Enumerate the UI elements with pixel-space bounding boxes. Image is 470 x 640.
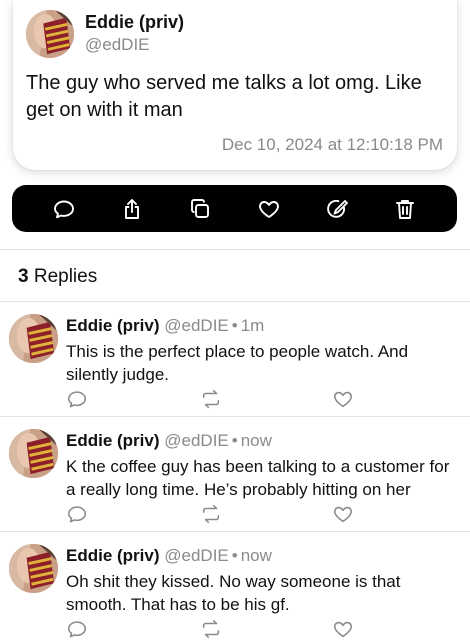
comment-icon[interactable] [66, 503, 88, 525]
reply-author-name[interactable]: Eddie (priv) [66, 316, 160, 335]
avatar[interactable] [9, 544, 58, 593]
reply-author-name[interactable]: Eddie (priv) [66, 546, 160, 565]
comment-icon[interactable] [66, 388, 88, 410]
replies-count: 3 [18, 266, 29, 287]
like-button[interactable] [252, 192, 286, 226]
comment-icon [54, 200, 75, 218]
reply-header: Eddie (priv) @edDIE • now [66, 546, 272, 566]
reply-text: K the coffee guy has been talking to a c… [66, 457, 450, 499]
replies-label: Replies [33, 266, 98, 287]
reply-item[interactable]: Eddie (priv) @edDIE • now Oh shit they kis… [0, 532, 470, 640]
reply-author-name[interactable]: Eddie (priv) [66, 431, 160, 450]
avatar[interactable] [26, 10, 74, 58]
delete-button[interactable] [388, 192, 422, 226]
reply-text: Oh shit they kissed. No way someone is t… [66, 572, 401, 614]
reply-author-handle: @edDIE [164, 546, 229, 565]
reply-actions [66, 388, 366, 410]
repost-icon[interactable] [200, 388, 222, 410]
reply-actions [66, 618, 366, 640]
trash-icon [395, 199, 414, 219]
divider [0, 249, 470, 250]
post-card: Eddie (priv) @edDIE The guy who served m… [13, 0, 457, 170]
reply-header: Eddie (priv) @edDIE • now [66, 431, 272, 451]
repost-icon[interactable] [200, 503, 222, 525]
edit-icon [326, 199, 348, 218]
reply-time: now [240, 431, 272, 450]
avatar[interactable] [9, 429, 58, 478]
heart-icon[interactable] [332, 503, 354, 525]
separator-dot: • [231, 431, 238, 450]
author-handle: @edDIE [85, 35, 150, 54]
reply-item[interactable]: Eddie (priv) @edDIE • now K the coffee guy… [0, 417, 470, 532]
comment-icon[interactable] [66, 618, 88, 640]
post-action-bar [12, 185, 457, 232]
author-name[interactable]: Eddie (priv) [85, 12, 184, 33]
share-icon [125, 198, 140, 219]
post-timestamp: Dec 10, 2024 at 12:10:18 PM [221, 135, 443, 154]
edit-button[interactable] [320, 192, 354, 226]
reply-time: now [240, 546, 272, 565]
separator-dot: • [231, 546, 238, 565]
reply-author-handle: @edDIE [164, 316, 229, 335]
reply-time: 1m [240, 316, 265, 335]
reply-text: This is the perfect place to people watc… [66, 342, 409, 384]
reply-button[interactable] [47, 192, 81, 226]
copy-button[interactable] [183, 192, 217, 226]
reply-author-handle: @edDIE [164, 431, 229, 450]
replies-header: 3 Replies [18, 266, 97, 288]
heart-icon[interactable] [332, 388, 354, 410]
heart-icon [258, 200, 279, 218]
post-text: The guy who served me talks a lot omg. L… [26, 72, 422, 121]
reply-header: Eddie (priv) @edDIE • 1m [66, 316, 264, 336]
reply-item[interactable]: Eddie (priv) @edDIE • 1m This is the perfe… [0, 302, 470, 417]
avatar[interactable] [9, 314, 58, 363]
share-button[interactable] [115, 192, 149, 226]
repost-icon[interactable] [200, 618, 222, 640]
copy-icon [191, 198, 210, 218]
reply-actions [66, 503, 366, 525]
separator-dot: • [231, 316, 238, 335]
heart-icon[interactable] [332, 618, 354, 640]
